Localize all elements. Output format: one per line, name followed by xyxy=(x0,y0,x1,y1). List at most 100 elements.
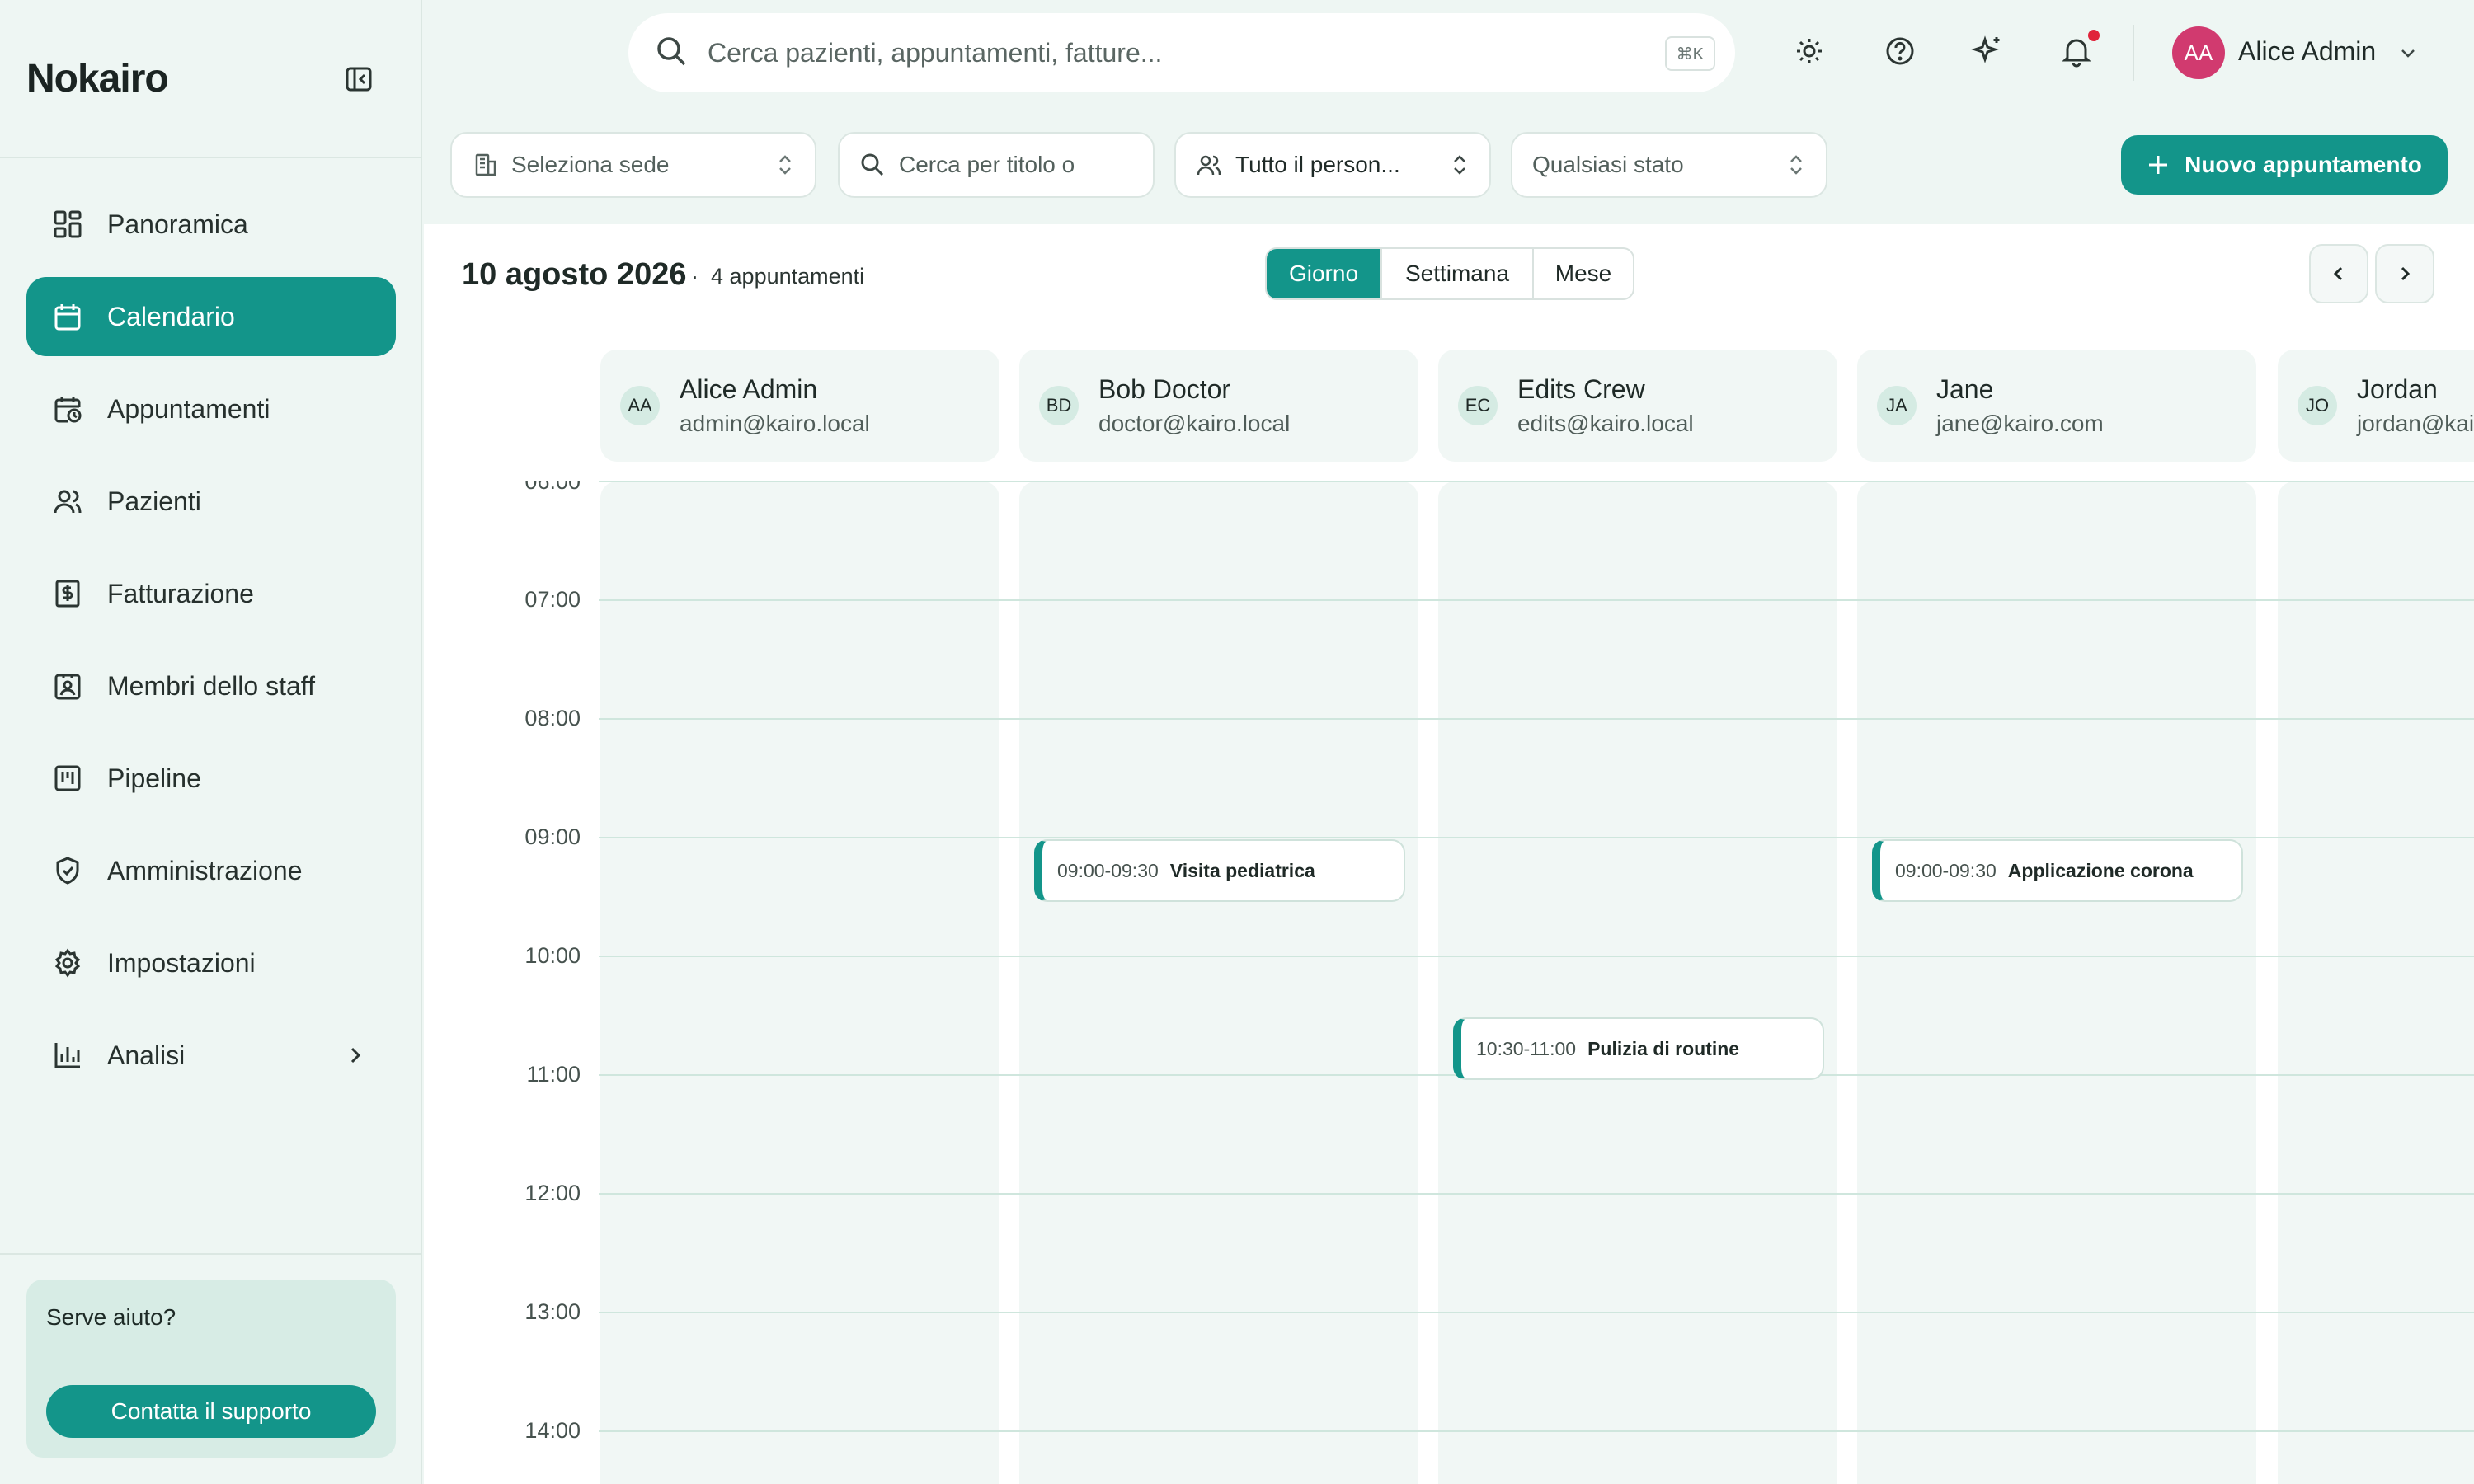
divider xyxy=(0,157,422,158)
chevron-left-icon xyxy=(2333,266,2343,281)
users-icon xyxy=(1196,152,1222,178)
sidebar-item-label: Amministrazione xyxy=(107,855,303,885)
new-appointment-button[interactable]: Nuovo appuntamento xyxy=(2121,135,2448,195)
hour-line xyxy=(599,1193,2474,1195)
bell-icon[interactable] xyxy=(2060,35,2093,68)
view-day-button[interactable]: Giorno xyxy=(1267,249,1382,298)
sidebar-item-calendario[interactable]: Calendario xyxy=(26,277,396,356)
avatar[interactable]: AA xyxy=(2172,26,2225,79)
divider xyxy=(0,1253,422,1255)
time-label: 11:00 xyxy=(526,1062,581,1087)
chevron-right-icon xyxy=(2401,266,2411,281)
staff-email: admin@kairo.local xyxy=(680,411,870,436)
sun-icon[interactable] xyxy=(1793,35,1826,68)
staff-column[interactable] xyxy=(2278,481,2474,1484)
sidebar-item-appuntamenti[interactable]: Appuntamenti xyxy=(26,369,396,448)
time-label: 06:00 xyxy=(524,481,581,494)
view-week-button[interactable]: Settimana xyxy=(1382,249,1534,298)
staff-email: doctor@kairo.local xyxy=(1098,411,1291,436)
time-label: 07:00 xyxy=(524,587,581,612)
location-select-label: Seleziona sede xyxy=(511,152,670,177)
staff-column[interactable] xyxy=(1019,481,1418,1484)
sidebar-item-pipeline[interactable]: Pipeline xyxy=(26,739,396,818)
help-icon[interactable] xyxy=(1884,35,1917,68)
sidebar-item-label: Pipeline xyxy=(107,763,201,793)
search-icon xyxy=(859,152,886,178)
staff-column-header: AA Alice Admin admin@kairo.local xyxy=(600,350,999,462)
view-toggle: Giorno Settimana Mese xyxy=(1265,247,1634,300)
staff-column[interactable] xyxy=(600,481,999,1484)
time-label: 09:00 xyxy=(524,824,581,849)
sparkles-icon[interactable] xyxy=(1971,35,2004,68)
appointment-time: 09:00-09:30 xyxy=(1057,859,1159,881)
next-day-button[interactable] xyxy=(2375,244,2434,303)
chevron-down-icon[interactable] xyxy=(2398,43,2418,63)
search-placeholder: Cerca pazienti, appuntamenti, fatture... xyxy=(708,37,1163,68)
sidebar-item-label: Panoramica xyxy=(107,209,248,239)
sidebar-item-label: Pazienti xyxy=(107,486,201,516)
hour-line xyxy=(599,718,2474,720)
time-label-clip: 06:00 xyxy=(495,481,581,496)
prev-day-button[interactable] xyxy=(2309,244,2368,303)
staff-column[interactable] xyxy=(1857,481,2256,1484)
staff-email: edits@kairo.local xyxy=(1517,411,1694,436)
users-icon xyxy=(53,486,82,516)
time-label: 14:00 xyxy=(524,1418,581,1443)
staff-email: jane@kairo.com xyxy=(1936,411,2104,436)
location-select[interactable]: Seleziona sede xyxy=(450,132,816,198)
appointment-count: · 4 appuntamenti xyxy=(691,264,864,289)
view-month-button[interactable]: Mese xyxy=(1534,249,1633,298)
staff-column[interactable] xyxy=(1438,481,1837,1484)
appointment-title: Visita pediatrica xyxy=(1169,859,1315,881)
sidebar-item-amministrazione[interactable]: Amministrazione xyxy=(26,831,396,910)
contact-support-button[interactable]: Contatta il supporto xyxy=(46,1385,376,1438)
hour-line xyxy=(599,1430,2474,1432)
avatar: EC xyxy=(1458,386,1498,425)
staff-column-header: JA Jane jane@kairo.com xyxy=(1857,350,2256,462)
sidebar-item-pazienti[interactable]: Pazienti xyxy=(26,462,396,541)
sidebar-collapse-icon[interactable] xyxy=(345,66,374,92)
hour-line xyxy=(599,1312,2474,1313)
sidebar-item-label: Membri dello staff xyxy=(107,670,315,701)
calendar-icon xyxy=(53,302,82,331)
staff-select-label: Tutto il person... xyxy=(1235,152,1400,177)
appointment-time: 09:00-09:30 xyxy=(1895,859,1997,881)
status-select[interactable]: Qualsiasi stato xyxy=(1511,132,1827,198)
plus-icon xyxy=(2147,153,2170,176)
sidebar-item-label: Analisi xyxy=(107,1040,186,1070)
avatar: JO xyxy=(2298,386,2337,425)
separator: · xyxy=(691,264,698,289)
dashboard-icon xyxy=(53,209,82,239)
search-icon xyxy=(655,35,688,72)
sort-icon xyxy=(775,152,795,178)
gear-icon xyxy=(53,948,82,978)
title-search-input[interactable]: Cerca per titolo o xyxy=(838,132,1155,198)
appointment-card[interactable]: 09:00-09:30 Applicazione corona xyxy=(1872,839,2243,902)
sidebar-item-impostazioni[interactable]: Impostazioni xyxy=(26,923,396,1003)
sidebar: Nokairo Panoramica Calendario Appuntamen… xyxy=(0,0,422,1484)
appointment-time: 10:30-11:00 xyxy=(1476,1037,1577,1059)
appointment-card[interactable]: 10:30-11:00 Pulizia di routine xyxy=(1453,1017,1824,1080)
sidebar-item-fatturazione[interactable]: Fatturazione xyxy=(26,554,396,633)
status-select-label: Qualsiasi stato xyxy=(1532,152,1684,177)
sidebar-item-panoramica[interactable]: Panoramica xyxy=(26,185,396,264)
staff-select[interactable]: Tutto il person... xyxy=(1174,132,1491,198)
building-icon xyxy=(472,152,498,178)
avatar: AA xyxy=(620,386,660,425)
user-name[interactable]: Alice Admin xyxy=(2238,36,2376,67)
time-label: 10:00 xyxy=(524,943,581,968)
hour-line xyxy=(599,599,2474,601)
appointment-card[interactable]: 09:00-09:30 Visita pediatrica xyxy=(1034,839,1405,902)
sidebar-item-analisi[interactable]: Analisi xyxy=(26,1016,396,1095)
global-search-input[interactable]: Cerca pazienti, appuntamenti, fatture...… xyxy=(628,13,1735,92)
help-title: Serve aiuto? xyxy=(46,1304,176,1330)
help-card: Serve aiuto? Contatta il supporto xyxy=(26,1280,396,1458)
appointment-title: Pulizia di routine xyxy=(1587,1037,1740,1059)
staff-column-header: EC Edits Crew edits@kairo.local xyxy=(1438,350,1837,462)
staff-name: Jane xyxy=(1936,374,1994,404)
kanban-icon xyxy=(53,763,82,793)
sidebar-item-label: Impostazioni xyxy=(107,947,256,978)
hour-line xyxy=(599,837,2474,838)
sidebar-item-membri-staff[interactable]: Membri dello staff xyxy=(26,646,396,726)
new-appointment-label: Nuovo appuntamento xyxy=(2185,152,2422,177)
